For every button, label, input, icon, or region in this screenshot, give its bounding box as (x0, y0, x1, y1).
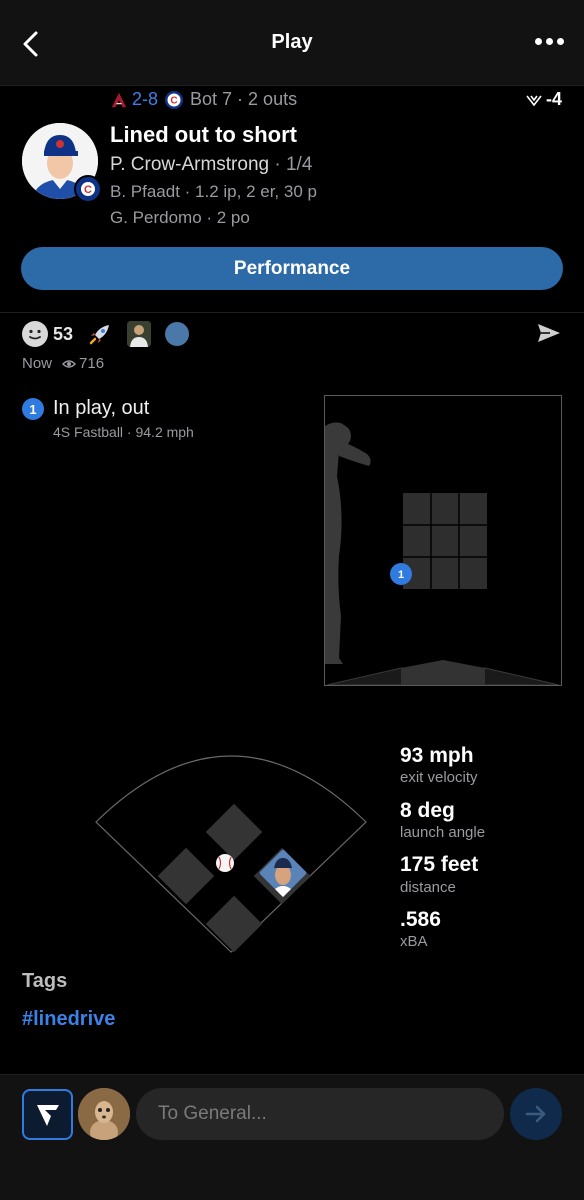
stat-label: xBA (400, 933, 428, 950)
rocket-reaction-icon[interactable] (87, 321, 113, 347)
cubs-logo-icon: C (165, 90, 184, 109)
share-send-icon[interactable] (536, 320, 562, 346)
message-input[interactable] (136, 1088, 504, 1140)
compose-bar (0, 1074, 584, 1200)
page-title: Play (271, 31, 313, 53)
game-score: 2-8 (132, 89, 159, 109)
strike-zone-graphic: 1 (325, 422, 560, 686)
home-plate-area (205, 895, 263, 953)
svg-text:C: C (170, 95, 177, 106)
team-badge: C (74, 175, 102, 203)
eye-icon (62, 359, 77, 368)
pitch-number-badge: 1 (22, 398, 44, 420)
stat-value: 8 deg (400, 799, 455, 822)
second-base-area (205, 803, 263, 861)
stat-label: launch angle (400, 824, 486, 841)
win-probability-change: -4 (526, 89, 562, 110)
batter-line[interactable]: P. Crow-Armstrong · 1/4 (110, 154, 312, 176)
more-horizontal-icon (535, 38, 542, 45)
wpa-value: -4 (545, 89, 562, 109)
sticker-reaction-icon[interactable] (127, 321, 152, 347)
field-spray-chart (95, 755, 367, 953)
app-switch-button[interactable] (22, 1089, 73, 1140)
strike-zone-panel: 1 (324, 395, 562, 686)
stat-value: 93 mph (400, 744, 474, 767)
more-options-button[interactable] (535, 38, 564, 45)
strike-zone-grid (403, 493, 487, 589)
play-title: Lined out to short (110, 122, 297, 147)
pitch-result: In play, out (53, 397, 150, 419)
batter-silhouette-icon (325, 422, 371, 664)
post-meta: Now 716 (22, 355, 104, 372)
pitch-marker-label: 1 (398, 569, 404, 581)
stat-value: 175 feet (400, 853, 479, 876)
view-count: 716 (79, 355, 105, 372)
pitcher-line[interactable]: B. Pfaadt · 1.2 ip, 2 er, 30 p (110, 182, 317, 202)
stat-label: distance (400, 879, 456, 896)
tag-link[interactable]: #linedrive (22, 1008, 115, 1031)
fielder-line[interactable]: G. Perdomo · 2 po (110, 208, 250, 228)
stat-label: exit velocity (400, 769, 478, 786)
game-status-line[interactable]: 2-8 C Bot 7 · 2 outs (110, 89, 297, 110)
inning-status: Bot 7 · 2 outs (190, 89, 298, 109)
reactions-row: 53 (22, 320, 190, 348)
stat-value: .586 (400, 908, 441, 931)
batter-stat: · 1/4 (269, 154, 313, 175)
fielder-avatar-icon (258, 848, 308, 898)
divider (0, 312, 584, 313)
cubs-badge-icon: C (78, 179, 98, 199)
send-message-button[interactable] (510, 1088, 562, 1140)
performance-button[interactable]: Performance (21, 247, 563, 290)
tags-heading: Tags (22, 970, 68, 992)
top-nav-bar: Play (0, 0, 584, 86)
third-base-area (157, 847, 215, 905)
meerkat-avatar-icon (78, 1088, 130, 1140)
win-probability-icon (526, 95, 542, 106)
baseball-icon (216, 854, 234, 872)
pitch-type: 4S Fastball · 94.2 mph (53, 424, 194, 440)
reaction-count: 53 (53, 323, 74, 344)
batter-name[interactable]: P. Crow-Armstrong (110, 154, 269, 175)
team-reaction-icon[interactable] (165, 322, 190, 346)
user-avatar[interactable] (78, 1088, 130, 1140)
svg-text:C: C (84, 184, 92, 196)
post-time: Now (22, 355, 53, 372)
smile-reaction-icon[interactable] (22, 321, 48, 347)
app-logo-icon (36, 1104, 59, 1126)
pitch-location-marker: 1 (390, 563, 412, 585)
arrow-right-icon (525, 1105, 546, 1123)
diamondbacks-logo-icon (111, 92, 127, 107)
